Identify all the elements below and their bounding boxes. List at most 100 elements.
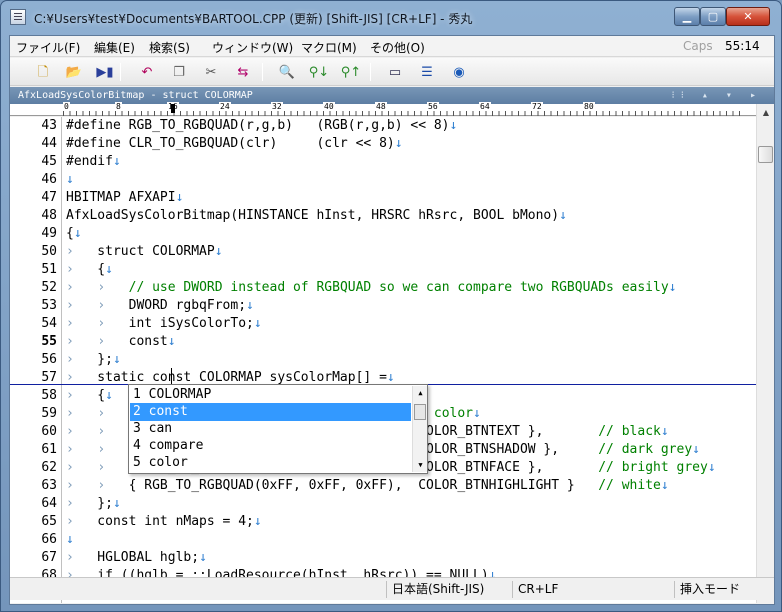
code-text: › };↓: [66, 496, 121, 511]
ruler-cursor-marker: [171, 104, 175, 113]
code-line[interactable]: 52 › › // use DWORD instead of RGBQUAD so…: [10, 279, 756, 297]
completion-item[interactable]: 2 const: [130, 403, 411, 421]
code-line[interactable]: 45 #endif↓: [10, 153, 756, 171]
menu-search[interactable]: 検索(S): [149, 39, 190, 56]
code-line[interactable]: 50 › struct COLORMAP↓: [10, 243, 756, 261]
new-file-icon[interactable]: 🗋: [32, 62, 54, 82]
undo-icon[interactable]: ↶: [136, 62, 158, 82]
completion-scrollbar[interactable]: ▲ ▼: [412, 386, 427, 472]
code-text: AfxLoadSysColorBitmap(HINSTANCE hInst, H…: [66, 208, 567, 223]
line-number: 54: [41, 316, 57, 331]
ruler-label: 80: [583, 102, 595, 111]
save-icon[interactable]: ▶▮: [94, 62, 116, 82]
tab-nav-icons[interactable]: ⁝⁝ ▴ ▾ ▸: [672, 87, 762, 104]
clock: 55:14: [725, 39, 760, 53]
find-up-icon[interactable]: ⚲↑: [340, 62, 362, 82]
code-text: #endif↓: [66, 154, 121, 169]
toolbar: 🗋 📂 ▶▮ ↶ ❐ ✂ ⇆ 🔍 ⚲↓ ⚲↑ ▭ ☰ ◉: [10, 58, 774, 86]
grep-icon[interactable]: ▭: [384, 62, 406, 82]
tab-bar[interactable]: AfxLoadSysColorBitmap - struct COLORMAP …: [10, 87, 774, 104]
code-line[interactable]: 55 › › const↓: [10, 333, 756, 351]
code-line[interactable]: 64 › };↓: [10, 495, 756, 513]
menu-window[interactable]: ウィンドウ(W): [212, 39, 293, 56]
code-line[interactable]: 46 ↓: [10, 171, 756, 189]
code-line[interactable]: 65 › const int nMaps = 4;↓: [10, 513, 756, 531]
status-insert-mode[interactable]: 挿入モード: [674, 581, 764, 598]
line-number: 47: [41, 190, 57, 205]
open-folder-icon[interactable]: 📂: [63, 62, 85, 82]
scroll-up-icon[interactable]: ▲: [413, 386, 428, 400]
code-text: › const int nMaps = 4;↓: [66, 514, 262, 529]
ruler-label: 32: [271, 102, 283, 111]
line-number: 50: [41, 244, 57, 259]
ruler-label: 8: [115, 102, 122, 111]
status-bar: 日本語(Shift-JIS) CR+LF 挿入モード: [10, 577, 774, 600]
code-text: #define CLR_TO_RGBQUAD(clr) (clr << 8)↓: [66, 136, 403, 151]
scroll-up-icon[interactable]: ▲: [758, 104, 774, 121]
code-line[interactable]: 67 › HGLOBAL hglb;↓: [10, 549, 756, 567]
completion-item[interactable]: 1 COLORMAP: [130, 386, 411, 404]
line-number: 65: [41, 514, 57, 529]
code-line[interactable]: 63 › › { RGB_TO_RGBQUAD(0xFF, 0xFF, 0xFF)…: [10, 477, 756, 495]
scroll-thumb[interactable]: [414, 404, 426, 420]
code-line[interactable]: 49 {↓: [10, 225, 756, 243]
code-line[interactable]: 66 ↓: [10, 531, 756, 549]
ruler-label: 0: [63, 102, 70, 111]
line-number: 43: [41, 118, 57, 133]
menu-other[interactable]: その他(O): [370, 39, 425, 56]
split-window-icon[interactable]: ☰: [416, 62, 438, 82]
ruler-label: 64: [479, 102, 491, 111]
completion-popup[interactable]: 1 COLORMAP 2 const 3 can 4 compare 5 color ▲…: [128, 384, 428, 474]
line-number: 67: [41, 550, 57, 565]
minimize-button[interactable]: ▁: [674, 7, 700, 26]
find-icon[interactable]: 🔍: [276, 62, 298, 82]
scroll-thumb[interactable]: [758, 146, 773, 163]
vertical-scrollbar[interactable]: ▲ ▼: [756, 104, 774, 603]
line-number: 44: [41, 136, 57, 151]
line-number: 59: [41, 406, 57, 421]
client-area: ファイル(F) 編集(E) 検索(S) ウィンドウ(W) マクロ(M) その他(…: [9, 35, 775, 605]
line-number: 58: [41, 388, 57, 403]
code-line[interactable]: 56 › };↓: [10, 351, 756, 369]
code-line[interactable]: 47 HBITMAP AFXAPI↓: [10, 189, 756, 207]
ruler-label: 48: [375, 102, 387, 111]
application-window: C:¥Users¥test¥Documents¥BARTOOL.CPP (更新)…: [0, 0, 782, 612]
paste-icon[interactable]: ⇆: [232, 62, 254, 82]
help-icon[interactable]: ◉: [448, 62, 470, 82]
code-line[interactable]: 44 #define CLR_TO_RGBQUAD(clr) (clr << 8)…: [10, 135, 756, 153]
code-text: › › DWORD rgbqFrom;↓: [66, 298, 254, 313]
code-text: ↓: [66, 172, 74, 187]
maximize-button[interactable]: ▢: [700, 7, 726, 26]
toolbar-separator: [262, 63, 263, 81]
code-line[interactable]: 48 AfxLoadSysColorBitmap(HINSTANCE hInst,…: [10, 207, 756, 225]
toolbar-separator: [120, 63, 121, 81]
copy-icon[interactable]: ❐: [168, 62, 190, 82]
code-line[interactable]: 43 #define RGB_TO_RGBQUAD(r,g,b) (RGB(r,g…: [10, 117, 756, 135]
menu-edit[interactable]: 編集(E): [94, 39, 135, 56]
completion-item[interactable]: 4 compare: [130, 437, 411, 455]
menu-bar: ファイル(F) 編集(E) 検索(S) ウィンドウ(W) マクロ(M) その他(…: [10, 36, 774, 57]
toolbar-separator: [370, 63, 371, 81]
completion-item[interactable]: 5 color: [130, 454, 411, 472]
code-text: › › int iSysColorTo;↓: [66, 316, 262, 331]
column-ruler: 0 8 16 24 32 40 48 56 64 72 80: [10, 102, 756, 116]
ruler-label: 72: [531, 102, 543, 111]
code-line[interactable]: 51 › {↓: [10, 261, 756, 279]
find-down-icon[interactable]: ⚲↓: [308, 62, 330, 82]
line-number: 63: [41, 478, 57, 493]
title-bar[interactable]: C:¥Users¥test¥Documents¥BARTOOL.CPP (更新)…: [1, 1, 781, 35]
line-number: 48: [41, 208, 57, 223]
close-button[interactable]: ✕: [726, 7, 770, 26]
app-icon[interactable]: [10, 9, 26, 25]
menu-file[interactable]: ファイル(F): [16, 39, 80, 56]
status-newline[interactable]: CR+LF: [512, 581, 572, 598]
completion-item[interactable]: 3 can: [130, 420, 411, 438]
code-line[interactable]: 54 › › int iSysColorTo;↓: [10, 315, 756, 333]
line-number: 49: [41, 226, 57, 241]
menu-macro[interactable]: マクロ(M): [301, 39, 357, 56]
scroll-down-icon[interactable]: ▼: [413, 458, 428, 472]
text-editor[interactable]: 43 #define RGB_TO_RGBQUAD(r,g,b) (RGB(r,g…: [10, 117, 756, 603]
cut-icon[interactable]: ✂: [200, 62, 222, 82]
status-encoding[interactable]: 日本語(Shift-JIS): [386, 581, 510, 598]
code-line[interactable]: 53 › › DWORD rgbqFrom;↓: [10, 297, 756, 315]
